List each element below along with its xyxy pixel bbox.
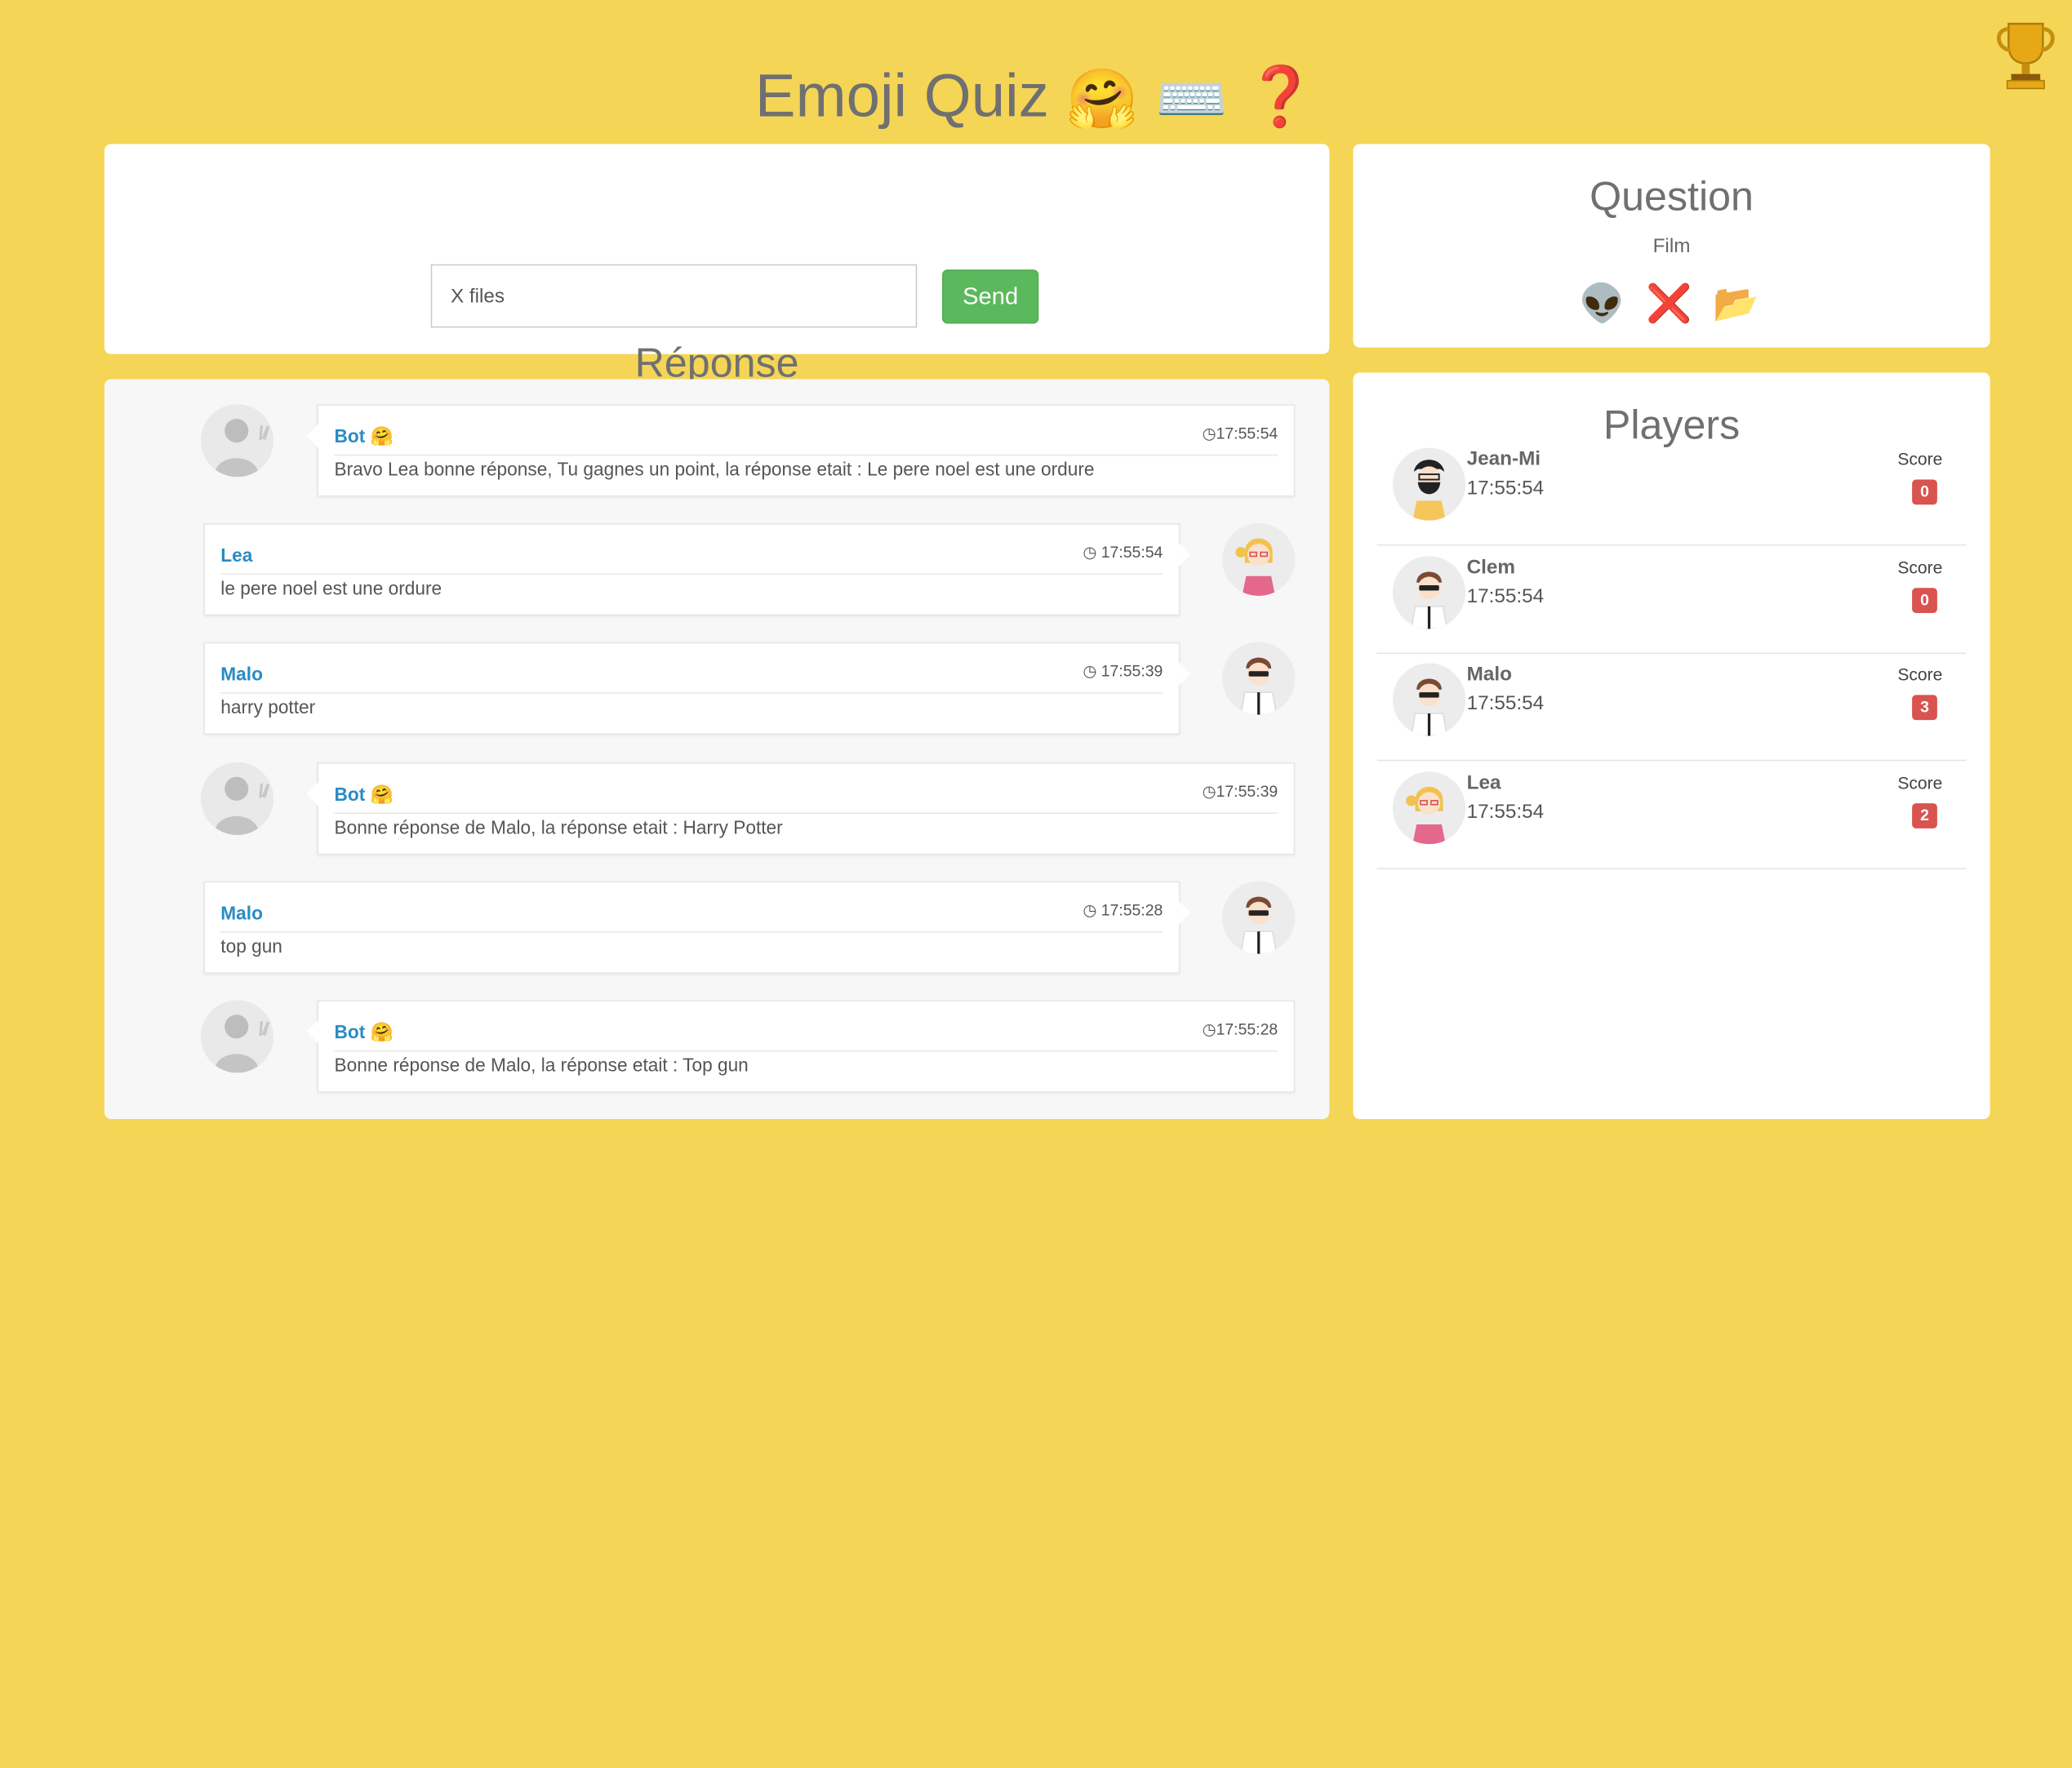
message-time: ◷ 17:55:39 — [1083, 661, 1163, 681]
player-row: Malo 17:55:54 Score 3 — [1376, 653, 1967, 762]
player-name: Jean-Mi — [1466, 447, 1541, 471]
message-text: top gun — [220, 935, 282, 957]
divider — [334, 1050, 1278, 1052]
question-emojis: 👽 ❌ 📂 — [1353, 282, 1990, 325]
chat-message: Bot 🤗 ◷17:55:54 Bravo Lea bonne réponse,… — [201, 404, 1296, 497]
message-text: le pere noel est une ordure — [220, 577, 442, 599]
player-row: Lea 17:55:54 Score 2 — [1376, 761, 1967, 870]
message-author[interactable]: Malo — [220, 903, 263, 924]
player-name: Clem — [1466, 556, 1516, 579]
bot-avatar — [201, 1000, 274, 1073]
clock-icon: ◷ — [1202, 782, 1216, 801]
lea-avatar — [1222, 522, 1296, 596]
question-heading: Question — [1590, 173, 1754, 220]
malo-avatar — [1222, 642, 1296, 715]
clock-icon: ◷ — [1202, 1019, 1216, 1039]
answer-input[interactable] — [430, 264, 918, 328]
chat-panel[interactable]: Bot 🤗 ◷17:55:54 Bravo Lea bonne réponse,… — [104, 379, 1330, 1119]
title-text: Emoji Quiz — [754, 60, 1049, 130]
chat-message: Malo ◷ 17:55:28 top gun — [203, 881, 1296, 974]
chat-message: Malo ◷ 17:55:39 harry potter — [203, 642, 1296, 735]
answer-panel: Réponse Send — [104, 144, 1330, 386]
clock-icon: ◷ — [1083, 543, 1101, 562]
cross-mark-icon: ❌ — [1646, 282, 1697, 324]
divider — [220, 573, 1163, 575]
player-time: 17:55:54 — [1466, 800, 1545, 824]
message-text: Bravo Lea bonne réponse, Tu gagnes un po… — [334, 458, 1095, 480]
hugging-face-icon: 🤗 — [1065, 67, 1139, 132]
lea-avatar — [1393, 771, 1466, 845]
clock-icon: ◷ — [1083, 900, 1101, 920]
alien-icon: 👽 — [1579, 282, 1630, 324]
player-time: 17:55:54 — [1466, 692, 1545, 715]
message-author[interactable]: Lea — [220, 544, 252, 566]
message-bubble: Bot 🤗 ◷17:55:54 Bravo Lea bonne réponse,… — [306, 404, 1296, 497]
message-bubble: Lea ◷ 17:55:54 le pere noel est une ordu… — [203, 522, 1191, 616]
chat-message: Bot 🤗 ◷17:55:39 Bonne réponse de Malo, l… — [201, 762, 1296, 855]
message-author[interactable]: Bot 🤗 — [335, 1021, 394, 1044]
message-bubble: Malo ◷ 17:55:28 top gun — [203, 881, 1191, 974]
question-category: Film — [1652, 235, 1691, 258]
player-row: Jean-Mi 17:55:54 Score 0 — [1376, 438, 1967, 546]
clem-avatar — [1393, 556, 1466, 629]
player-name: Malo — [1466, 663, 1512, 686]
message-bubble: Bot 🤗 ◷17:55:39 Bonne réponse de Malo, l… — [306, 762, 1296, 855]
message-time: ◷17:55:28 — [1202, 1019, 1278, 1039]
message-time: ◷17:55:54 — [1202, 424, 1278, 443]
message-time: ◷ 17:55:28 — [1083, 900, 1163, 920]
players-panel: Players Jean-Mi 17:55:54 Score 0 Clem 17… — [1353, 372, 1990, 1119]
message-text: Bonne réponse de Malo, la réponse etait … — [334, 816, 783, 838]
player-time: 17:55:54 — [1466, 585, 1545, 608]
divider — [220, 931, 1163, 933]
score-label: Score — [1897, 664, 1943, 685]
malo-avatar — [1222, 881, 1296, 954]
question-panel: Question Film 👽 ❌ 📂 — [1353, 144, 1990, 348]
score-badge: 3 — [1912, 695, 1937, 721]
send-button[interactable]: Send — [942, 269, 1039, 324]
player-name: Lea — [1466, 771, 1501, 794]
message-time: ◷ 17:55:54 — [1083, 543, 1163, 562]
divider — [220, 692, 1163, 694]
divider — [334, 812, 1278, 815]
score-badge: 0 — [1912, 479, 1937, 505]
divider — [334, 454, 1278, 456]
page-title: Emoji Quiz 🤗 ⌨️ ❓ — [0, 56, 2072, 140]
message-time: ◷17:55:39 — [1202, 782, 1278, 801]
message-text: harry potter — [220, 696, 316, 717]
chat-message: Bot 🤗 ◷17:55:28 Bonne réponse de Malo, l… — [201, 1000, 1296, 1093]
score-label: Score — [1897, 557, 1943, 578]
message-text: Bonne réponse de Malo, la réponse etait … — [334, 1054, 749, 1076]
message-bubble: Bot 🤗 ◷17:55:28 Bonne réponse de Malo, l… — [306, 1000, 1296, 1093]
clock-icon: ◷ — [1202, 424, 1216, 443]
clock-icon: ◷ — [1083, 661, 1101, 681]
message-author[interactable]: Malo — [220, 664, 263, 685]
message-bubble: Malo ◷ 17:55:39 harry potter — [203, 642, 1191, 735]
score-badge: 2 — [1912, 803, 1937, 828]
score-label: Score — [1897, 449, 1943, 469]
player-time: 17:55:54 — [1466, 477, 1545, 500]
malo-avatar — [1393, 663, 1466, 736]
chat-message: Lea ◷ 17:55:54 le pere noel est une ordu… — [203, 522, 1296, 616]
question-mark-icon: ❓ — [1244, 64, 1318, 130]
message-author[interactable]: Bot 🤗 — [335, 425, 394, 448]
jean-mi-avatar — [1393, 447, 1466, 521]
message-author[interactable]: Bot 🤗 — [335, 784, 394, 806]
open-folder-icon: 📂 — [1713, 282, 1764, 324]
player-row: Clem 17:55:54 Score 0 — [1376, 545, 1967, 655]
score-label: Score — [1897, 772, 1943, 793]
keyboard-icon: ⌨️ — [1154, 67, 1228, 132]
bot-avatar — [201, 404, 274, 478]
bot-avatar — [201, 762, 274, 835]
score-badge: 0 — [1912, 588, 1937, 614]
